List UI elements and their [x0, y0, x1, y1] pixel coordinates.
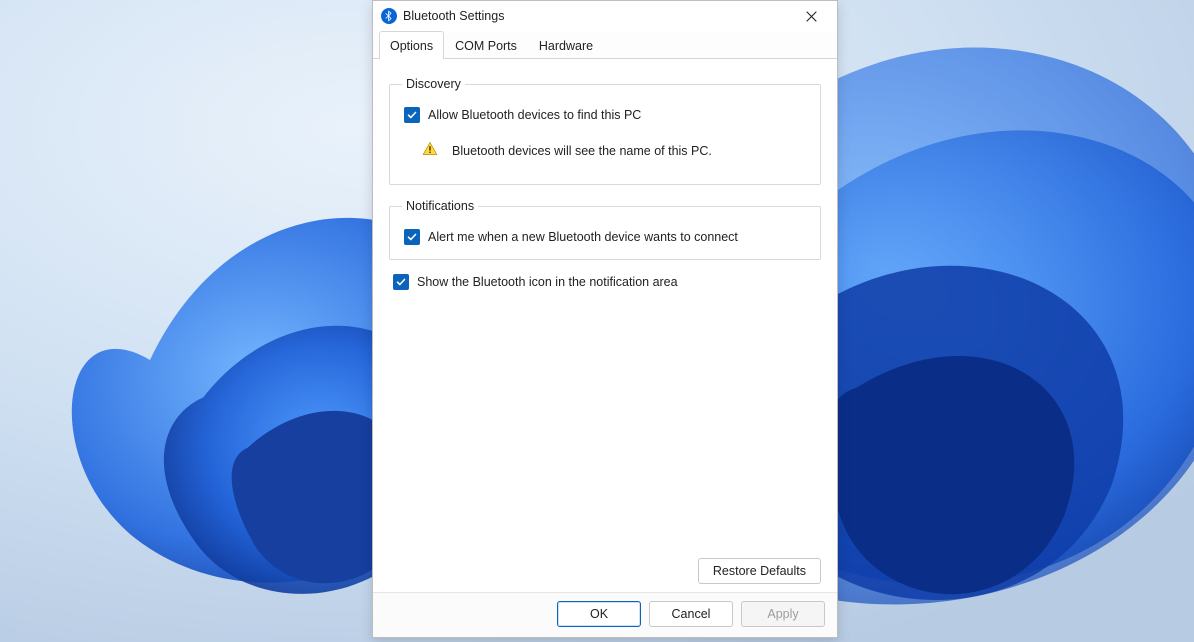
tab-options[interactable]: Options — [379, 31, 444, 59]
tab-content-options: Discovery Allow Bluetooth devices to fin… — [373, 59, 837, 592]
check-icon — [396, 277, 406, 287]
checkbox-show-tray-icon[interactable] — [393, 274, 409, 290]
checkbox-allow-discovery[interactable] — [404, 107, 420, 123]
group-discovery-legend: Discovery — [402, 77, 465, 91]
check-icon — [407, 110, 417, 120]
dialog-footer: OK Cancel Apply — [373, 592, 837, 637]
bluetooth-settings-dialog: Bluetooth Settings Options COM Ports Har… — [372, 0, 838, 638]
discovery-warning-text: Bluetooth devices will see the name of t… — [452, 144, 712, 158]
close-icon — [806, 11, 817, 22]
restore-defaults-button[interactable]: Restore Defaults — [698, 558, 821, 584]
ok-button[interactable]: OK — [557, 601, 641, 627]
check-icon — [407, 232, 417, 242]
group-notifications: Notifications Alert me when a new Blueto… — [389, 199, 821, 260]
cancel-button[interactable]: Cancel — [649, 601, 733, 627]
group-notifications-legend: Notifications — [402, 199, 478, 213]
alert-connect-label: Alert me when a new Bluetooth device wan… — [428, 230, 738, 244]
allow-discovery-label: Allow Bluetooth devices to find this PC — [428, 108, 641, 122]
tab-hardware[interactable]: Hardware — [528, 31, 604, 59]
close-button[interactable] — [789, 2, 833, 30]
tab-strip: Options COM Ports Hardware — [373, 31, 837, 59]
checkbox-alert-connect[interactable] — [404, 229, 420, 245]
group-discovery: Discovery Allow Bluetooth devices to fin… — [389, 77, 821, 185]
show-tray-icon-label: Show the Bluetooth icon in the notificat… — [417, 275, 678, 289]
bluetooth-icon — [381, 8, 397, 24]
apply-button[interactable]: Apply — [741, 601, 825, 627]
window-title: Bluetooth Settings — [403, 9, 789, 23]
tab-com-ports[interactable]: COM Ports — [444, 31, 528, 59]
titlebar[interactable]: Bluetooth Settings — [373, 1, 837, 31]
warning-icon — [422, 141, 438, 160]
